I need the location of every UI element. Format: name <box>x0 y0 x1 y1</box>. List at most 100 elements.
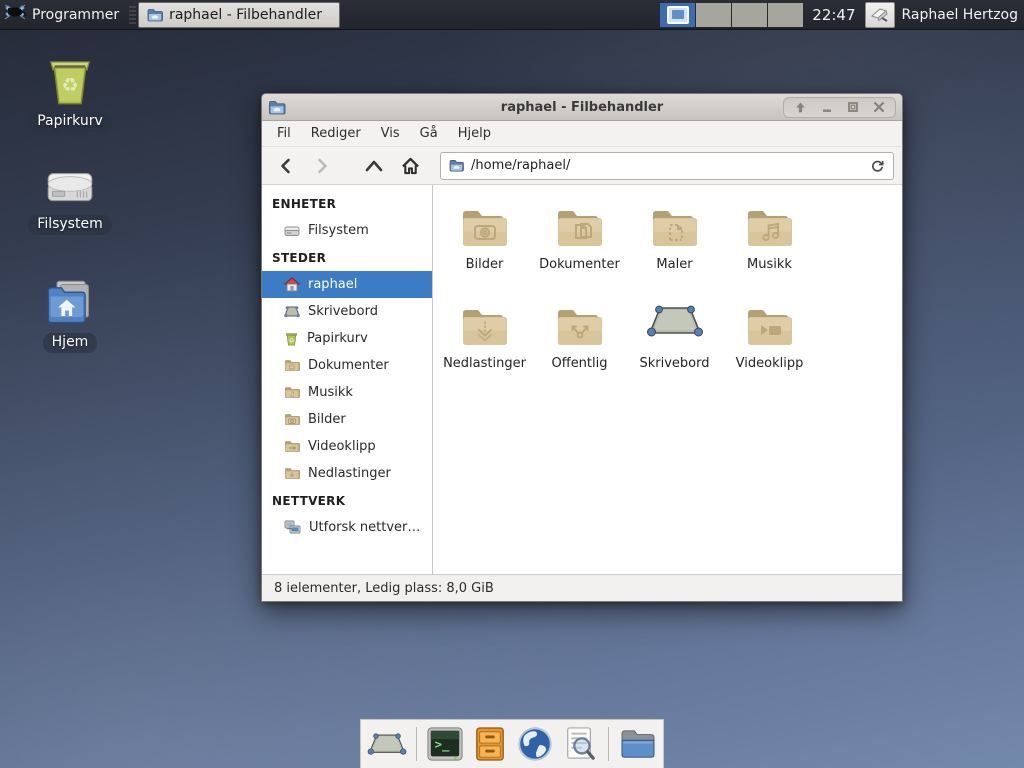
file-label: Videoklipp <box>736 356 804 371</box>
search-launcher[interactable] <box>560 723 599 765</box>
show-desktop-icon <box>367 731 407 757</box>
file-item-musikk[interactable]: Musikk <box>722 193 817 292</box>
file-item-maler[interactable]: Maler <box>627 193 722 292</box>
terminal-launcher[interactable]: >_ <box>426 723 465 765</box>
applications-menu-label: Programmer <box>32 7 119 23</box>
workspace-2[interactable] <box>696 3 731 27</box>
folder-music-icon <box>744 193 796 251</box>
folder-icon <box>284 413 300 426</box>
workspace-4[interactable] <box>768 3 803 27</box>
globe-icon <box>517 726 553 762</box>
maximize-button[interactable] <box>847 101 859 113</box>
sidebar-item-label: raphael <box>308 277 357 292</box>
window-folder-icon <box>147 8 163 22</box>
sidebar-item-label: Videoklipp <box>308 439 376 454</box>
folder-icon <box>284 359 300 372</box>
folder-icon <box>284 440 300 453</box>
location-folder-icon <box>449 159 464 172</box>
user-name: Raphael Hertzog <box>902 7 1018 23</box>
sidebar-item-label: Utforsk nettver… <box>309 520 420 535</box>
tasklist-grip <box>129 6 136 24</box>
applications-menu[interactable]: Programmer <box>0 0 127 30</box>
back-button[interactable] <box>270 152 302 180</box>
eraser-icon <box>870 7 890 23</box>
file-item-dokumenter[interactable]: Dokumenter <box>532 193 627 292</box>
titlebar[interactable]: raphael - Filbehandler <box>262 94 902 121</box>
desktop-icon-filesystem[interactable]: Filsystem <box>20 160 120 235</box>
statusbar: 8 ielementer, Ledig plass: 8,0 GiB <box>262 574 902 601</box>
sidebar-item-pictures[interactable]: Bilder <box>262 406 432 433</box>
show-desktop-button[interactable] <box>367 723 407 765</box>
close-button[interactable] <box>873 101 885 113</box>
home-button[interactable] <box>394 152 426 180</box>
folder-pictures-icon <box>459 193 511 251</box>
harddrive-icon <box>43 160 97 210</box>
menu-view[interactable]: Vis <box>372 123 409 144</box>
file-item-nedlastinger[interactable]: Nedlastinger <box>437 292 532 391</box>
sidebar-item-videos[interactable]: Videoklipp <box>262 433 432 460</box>
up-button[interactable] <box>358 152 390 180</box>
sidebar-item-label: Papirkurv <box>307 331 368 346</box>
sidebar-item-documents[interactable]: Dokumenter <box>262 352 432 379</box>
file-item-skrivebord[interactable]: Skrivebord <box>627 292 722 391</box>
workspace-3[interactable] <box>732 3 767 27</box>
workspace-window-thumb <box>667 6 689 24</box>
folder-documents-icon <box>554 193 606 251</box>
sidebar-item-trash[interactable]: ♻ Papirkurv <box>262 325 432 352</box>
svg-text:♻: ♻ <box>289 337 295 344</box>
desktop-icon <box>646 292 704 350</box>
desktop-icon-label: Filsystem <box>28 215 111 235</box>
drive-icon <box>284 225 300 237</box>
minimize-button[interactable] <box>821 101 833 113</box>
sidebar-item-raphael[interactable]: raphael <box>262 271 432 298</box>
workspace-1[interactable] <box>660 3 695 27</box>
sidebar-item-desktop[interactable]: Skrivebord <box>262 298 432 325</box>
menu-go[interactable]: Gå <box>411 123 447 144</box>
desktop-icon <box>284 305 300 318</box>
sidebar-item-label: Nedlastinger <box>308 466 391 481</box>
titlebar-folder-icon <box>268 100 286 115</box>
file-view[interactable]: Bilder <box>433 185 902 574</box>
trash-icon: ♻ <box>43 53 97 107</box>
svg-text:>_: >_ <box>435 738 450 753</box>
home-folder-icon <box>44 278 96 328</box>
file-label: Skrivebord <box>639 356 709 371</box>
sidebar-item-downloads[interactable]: Nedlastinger <box>262 460 432 487</box>
workspace-switcher[interactable] <box>660 3 803 27</box>
folder-downloads-icon <box>459 292 511 350</box>
file-cabinet-launcher[interactable] <box>471 723 510 765</box>
folder-templates-icon <box>649 193 701 251</box>
taskbar-window-button[interactable]: raphael - Filbehandler <box>138 2 340 28</box>
file-label: Maler <box>656 257 692 272</box>
sidebar-item-label: Musikk <box>308 385 353 400</box>
file-label: Musikk <box>747 257 792 272</box>
sidebar-item-label: Bilder <box>308 412 346 427</box>
shade-button[interactable] <box>794 101 807 114</box>
menu-edit[interactable]: Rediger <box>302 123 370 144</box>
network-icon <box>284 520 301 535</box>
folder-public-icon <box>554 292 606 350</box>
forward-button[interactable] <box>306 152 338 180</box>
file-manager-launcher[interactable] <box>618 723 657 765</box>
clock: 22:47 <box>810 6 857 24</box>
sidebar-item-music[interactable]: ♫ Musikk <box>262 379 432 406</box>
location-path[interactable]: /home/raphael/ <box>471 158 863 173</box>
desktop-icon-trash[interactable]: ♻ Papirkurv <box>20 53 120 132</box>
sidebar: ENHETER Filsystem STEDER raphael <box>262 185 433 574</box>
sidebar-item-filesystem[interactable]: Filsystem <box>262 217 432 244</box>
file-item-offentlig[interactable]: Offentlig <box>532 292 627 391</box>
file-item-bilder[interactable]: Bilder <box>437 193 532 292</box>
file-item-videoklipp[interactable]: Videoklipp <box>722 292 817 391</box>
menu-help[interactable]: Hjelp <box>449 123 500 144</box>
desktop-icon-label: Papirkurv <box>28 112 112 132</box>
sidebar-item-browse-network[interactable]: Utforsk nettver… <box>262 514 432 541</box>
menu-file[interactable]: Fil <box>268 123 300 144</box>
location-bar[interactable]: /home/raphael/ <box>440 152 894 180</box>
folder-videos-icon <box>744 292 796 350</box>
reload-icon[interactable] <box>870 158 885 173</box>
web-browser-launcher[interactable] <box>516 723 555 765</box>
folder-icon: ♫ <box>284 386 300 399</box>
user-action-button[interactable] <box>865 2 895 28</box>
file-cabinet-icon <box>474 726 506 762</box>
desktop-icon-home[interactable]: Hjem <box>20 278 120 353</box>
